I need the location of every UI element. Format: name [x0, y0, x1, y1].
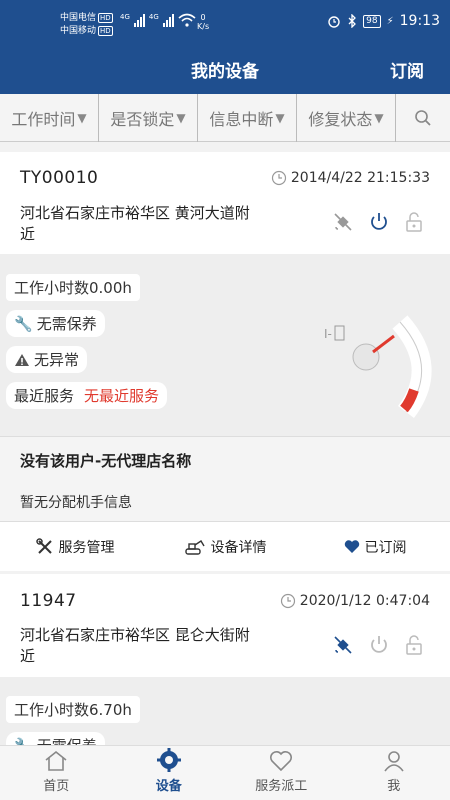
- page-title: 我的设备: [191, 62, 259, 82]
- work-hours: 工作小时数6.70h: [6, 696, 140, 723]
- device-card[interactable]: TY00010 2014/4/22 21:15:33 河北省石家庄市裕华区 黄河…: [0, 152, 450, 254]
- charging-icon: ⚡: [386, 15, 394, 27]
- tab-device[interactable]: 设备: [113, 746, 226, 800]
- device-card[interactable]: 11947 2020/1/12 0:47:04 河北省石家庄市裕华区 昆仑大街附…: [0, 574, 450, 677]
- satellite-off-icon: [334, 213, 352, 231]
- subscribed-button[interactable]: 已订阅: [300, 522, 450, 571]
- power-icon: [371, 213, 387, 230]
- card-actions: 服务管理 设备详情 已订阅: [0, 521, 450, 571]
- battery-icon: 98: [363, 14, 381, 28]
- dropdown-icon: ▼: [275, 111, 285, 125]
- svg-text:I-: I-: [324, 327, 332, 341]
- net-speed: 0 K/s: [197, 13, 210, 31]
- carrier-info: 中国电信 HD 中国移动 HD: [60, 12, 113, 38]
- tools-icon: [35, 537, 52, 554]
- recent-service: 最近服务 无最近服务: [6, 382, 168, 409]
- maintenance-badge: 🔧 无需保养: [6, 310, 105, 337]
- dealer-name: 没有该用户-无代理店名称: [20, 452, 192, 470]
- satellite-off-icon: [334, 636, 352, 654]
- hd-badge: HD: [98, 26, 113, 36]
- device-stats: 工作小时数0.00h 🔧 无需保养 无异常 最近服务 无最近服务 I-: [0, 254, 450, 436]
- excavator-icon: [184, 539, 205, 555]
- search-button[interactable]: [396, 94, 450, 141]
- tab-me[interactable]: 我: [338, 746, 450, 800]
- app-header: 我的设备 订阅: [0, 42, 450, 94]
- device-time: 2014/4/22 21:15:33: [271, 170, 430, 186]
- wrench-icon: 🔧: [14, 737, 33, 746]
- device-address: 河北省石家庄市裕华区 黄河大道附近: [20, 204, 250, 243]
- dealer-section: 没有该用户-无代理店名称 暂无分配机手信息: [0, 436, 450, 521]
- signal-icon: [162, 13, 174, 27]
- status-right: 98 ⚡ 19:13: [327, 13, 440, 29]
- operator-info: 暂无分配机手信息: [20, 495, 132, 511]
- gauge-icon: I-: [324, 315, 432, 419]
- subscribe-button[interactable]: 订阅: [390, 57, 424, 82]
- device-id: TY00010: [20, 168, 99, 188]
- work-hours: 工作小时数0.00h: [6, 274, 140, 301]
- device-id: 11947: [20, 591, 77, 611]
- tab-home[interactable]: 首页: [0, 746, 113, 800]
- search-icon: [415, 109, 431, 126]
- service-management-button[interactable]: 服务管理: [0, 522, 150, 571]
- signal-icons: 4G 4G: [120, 13, 196, 27]
- tab-service-dispatch[interactable]: 服务派工: [225, 746, 338, 800]
- maintenance-badge: 🔧 无需保养: [6, 732, 105, 745]
- clock-icon: [271, 170, 286, 186]
- status-bar: 中国电信 HD 中国移动 HD 4G 4G 0 K/s 98 ⚡ 19:13: [0, 0, 450, 42]
- net-type: 4G: [120, 13, 130, 21]
- filter-info-interrupt[interactable]: 信息中断 ▼: [198, 94, 297, 142]
- device-status-icons: [332, 211, 424, 233]
- device-stats: 工作小时数6.70h 🔧 无需保养: [0, 677, 450, 745]
- user-icon: [384, 751, 404, 772]
- bottom-tab-bar: 首页 设备 服务派工 我: [0, 745, 450, 800]
- hd-badge: HD: [98, 13, 113, 23]
- dropdown-icon: ▼: [374, 111, 384, 125]
- lock-open-icon: [406, 635, 422, 655]
- gear-icon: [156, 748, 181, 772]
- wrench-icon: 🔧: [14, 314, 33, 333]
- signal-icon: [133, 13, 145, 27]
- power-icon: [371, 636, 387, 653]
- warning-icon: [15, 353, 29, 366]
- carrier-2: 中国移动: [60, 26, 97, 36]
- filter-repair-status[interactable]: 修复状态 ▼: [297, 94, 396, 142]
- alarm-icon: [328, 16, 340, 28]
- carrier-1: 中国电信: [60, 13, 97, 23]
- wifi-icon: [178, 13, 196, 27]
- home-icon: [45, 750, 67, 771]
- device-time: 2020/1/12 0:47:04: [280, 593, 430, 609]
- filter-bar: 工作时间 ▼ 是否锁定 ▼ 信息中断 ▼ 修复状态 ▼: [0, 94, 450, 142]
- clock: 19:13: [399, 13, 440, 29]
- dropdown-icon: ▼: [77, 111, 87, 125]
- heart-icon: [344, 540, 359, 553]
- heart-outline-icon: [270, 751, 293, 772]
- device-status-icons: [332, 634, 424, 656]
- net-type: 4G: [148, 13, 159, 21]
- bluetooth-icon: [348, 14, 357, 28]
- filter-work-time[interactable]: 工作时间 ▼: [0, 94, 99, 142]
- device-detail-button[interactable]: 设备详情: [150, 522, 300, 571]
- lock-open-icon: [406, 212, 422, 232]
- dropdown-icon: ▼: [176, 111, 186, 125]
- anomaly-badge: 无异常: [6, 346, 88, 373]
- filter-locked[interactable]: 是否锁定 ▼: [99, 94, 198, 142]
- clock-icon: [280, 593, 295, 609]
- device-address: 河北省石家庄市裕华区 昆仑大街附近: [20, 626, 250, 665]
